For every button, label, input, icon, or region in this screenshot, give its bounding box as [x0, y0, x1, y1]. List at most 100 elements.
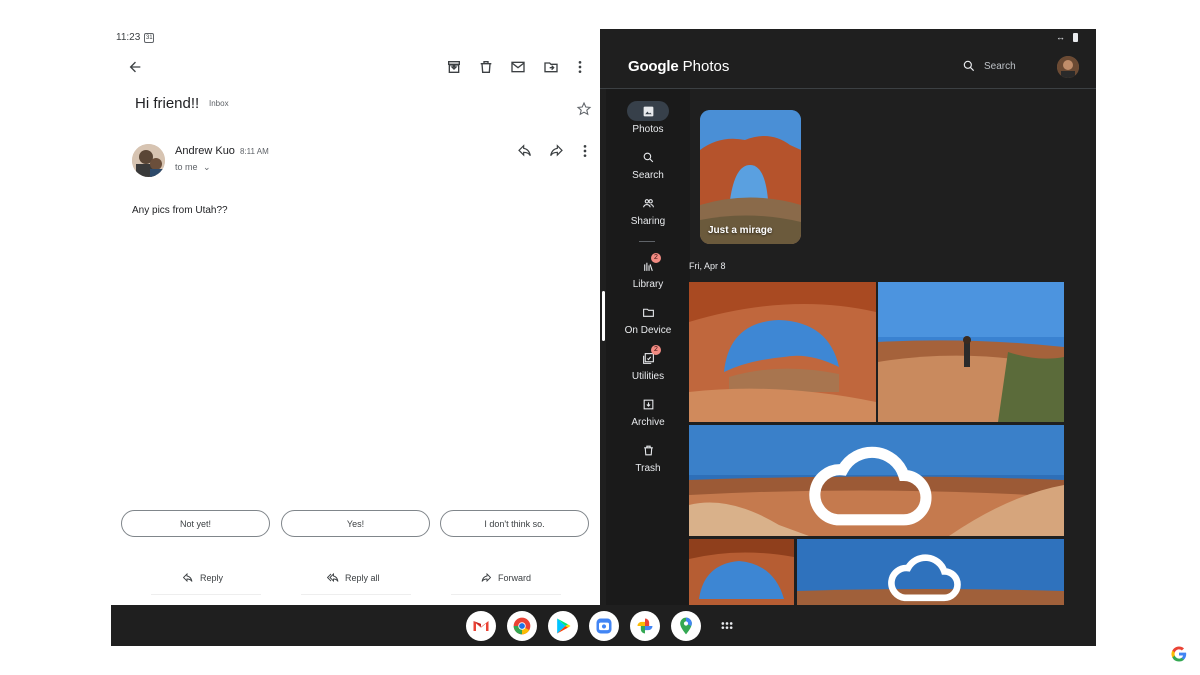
panorama-photo[interactable] [689, 425, 1064, 536]
nav-label-sharing: Sharing [630, 216, 666, 227]
play-store-icon[interactable] [547, 610, 578, 641]
gmail-icon[interactable] [465, 610, 496, 641]
email-toolbar [111, 55, 600, 79]
nav-label-archive: Archive [631, 417, 665, 428]
rotate-icon: ↔ [1056, 32, 1065, 42]
forward-icon [481, 572, 492, 583]
taskbar [111, 605, 1096, 646]
chrome-icon[interactable] [506, 610, 537, 641]
divider [301, 594, 411, 595]
app-title-brand: Google [628, 58, 679, 75]
photo-thumbnail[interactable] [878, 282, 1064, 422]
google-logo-icon [1171, 646, 1187, 662]
nav-item-photos[interactable]: Photos [606, 101, 690, 135]
status-bar-left: 11:23 31 [116, 32, 155, 43]
battery-icon [1073, 32, 1078, 42]
sender-avatar[interactable] [132, 144, 165, 177]
search-icon [963, 60, 975, 72]
reply-all-button[interactable]: Reply all [327, 569, 380, 587]
reply-all-icon [327, 572, 339, 583]
reply-label: Reply [200, 573, 224, 583]
nav-item-on-device[interactable]: On Device [606, 302, 690, 336]
date-header: Fri, Apr 8 [689, 261, 726, 271]
email-time: 8:11 AM [240, 147, 269, 156]
photos-icon[interactable] [629, 610, 660, 641]
image-icon [643, 106, 653, 116]
split-screen-divider[interactable] [602, 291, 605, 341]
email-subject: Hi friend!! [135, 95, 200, 112]
nav-item-archive[interactable]: Archive [606, 394, 690, 428]
divider [151, 594, 261, 595]
camera-icon[interactable] [588, 610, 619, 641]
search-label: Search [984, 60, 1016, 72]
mark-unread-icon[interactable] [506, 55, 530, 79]
inbox-label[interactable]: Inbox [209, 99, 229, 108]
cloud-backup-icon [809, 446, 932, 526]
photos-pane: ↔ Google Photos Search Photos Search Sha… [600, 29, 1096, 605]
sender-name: Andrew Kuo [175, 145, 235, 157]
app-title-product: Photos [682, 58, 730, 75]
nav-label-utilities: Utilities [631, 371, 665, 382]
message-more-icon[interactable] [573, 139, 597, 163]
calendar-notification-icon: 31 [144, 32, 155, 43]
email-body: Any pics from Utah?? [132, 205, 228, 216]
nav-item-library[interactable]: 2 Library [606, 253, 690, 290]
back-arrow-icon[interactable] [123, 55, 147, 79]
nav-label-search: Search [632, 170, 664, 181]
app-title: Google Photos [628, 58, 729, 75]
reply-icon [182, 572, 193, 583]
search-icon [643, 152, 653, 162]
photo-thumbnail[interactable] [689, 282, 876, 422]
nav-item-trash[interactable]: Trash [606, 440, 690, 474]
smart-reply-1[interactable]: Not yet! [121, 510, 270, 537]
photos-nav-rail: Photos Search Sharing 2 Library On Devic… [606, 89, 690, 605]
folder-icon [642, 308, 654, 317]
memory-photo [700, 110, 801, 244]
nav-item-utilities[interactable]: 2 Utilities [606, 345, 690, 382]
cloud-backup-icon [888, 554, 961, 602]
panorama-photo[interactable] [797, 539, 1064, 605]
star-icon[interactable] [572, 97, 596, 121]
utilities-badge: 2 [651, 345, 661, 355]
status-time: 11:23 [116, 32, 141, 43]
recipient-details[interactable]: to me ⌄ [175, 162, 211, 173]
forward-button[interactable]: Forward [480, 569, 531, 587]
reply-button[interactable]: Reply [182, 569, 223, 587]
delete-icon[interactable] [474, 55, 498, 79]
chevron-down-icon: ⌄ [203, 162, 211, 172]
divider [451, 594, 561, 595]
people-icon [642, 198, 654, 207]
nav-divider [639, 241, 655, 242]
nav-label-on-device: On Device [624, 325, 672, 336]
trash-icon [643, 445, 653, 455]
memory-title: Just a mirage [708, 225, 773, 236]
archive-icon [643, 399, 653, 409]
status-bar-right: ↔ [1056, 32, 1078, 42]
smart-reply-3[interactable]: I don't think so. [440, 510, 589, 537]
move-to-folder-icon[interactable] [539, 55, 563, 79]
nav-label-photos: Photos [632, 124, 664, 135]
forward-label: Forward [498, 573, 532, 583]
photos-search[interactable]: Search [962, 59, 1016, 73]
app-drawer-icon[interactable] [712, 611, 742, 641]
archive-icon[interactable] [442, 55, 466, 79]
account-avatar[interactable] [1057, 56, 1079, 78]
photo-thumbnail[interactable] [689, 539, 794, 605]
nav-label-library: Library [632, 279, 664, 290]
reply-all-label: Reply all [345, 573, 380, 583]
forward-icon[interactable] [544, 139, 568, 163]
reply-icon[interactable] [513, 139, 537, 163]
nav-item-search[interactable]: Search [606, 147, 690, 181]
nav-item-sharing[interactable]: Sharing [606, 193, 690, 227]
library-badge: 2 [651, 253, 661, 263]
memory-card[interactable]: Just a mirage [700, 110, 801, 244]
smart-reply-2[interactable]: Yes! [281, 510, 430, 537]
tablet-screen: 11:23 31 Hi friend!! Inbox Andrew Kuo 8:… [111, 29, 1096, 646]
maps-icon[interactable] [670, 610, 701, 641]
photos-header: Google Photos Search [600, 45, 1096, 89]
gmail-pane: 11:23 31 Hi friend!! Inbox Andrew Kuo 8:… [111, 29, 600, 605]
screen: 11:23 31 Hi friend!! Inbox Andrew Kuo 8:… [0, 0, 1200, 675]
more-vert-icon[interactable] [568, 55, 592, 79]
nav-label-trash: Trash [635, 463, 661, 474]
recipient-label: to me [175, 162, 198, 172]
